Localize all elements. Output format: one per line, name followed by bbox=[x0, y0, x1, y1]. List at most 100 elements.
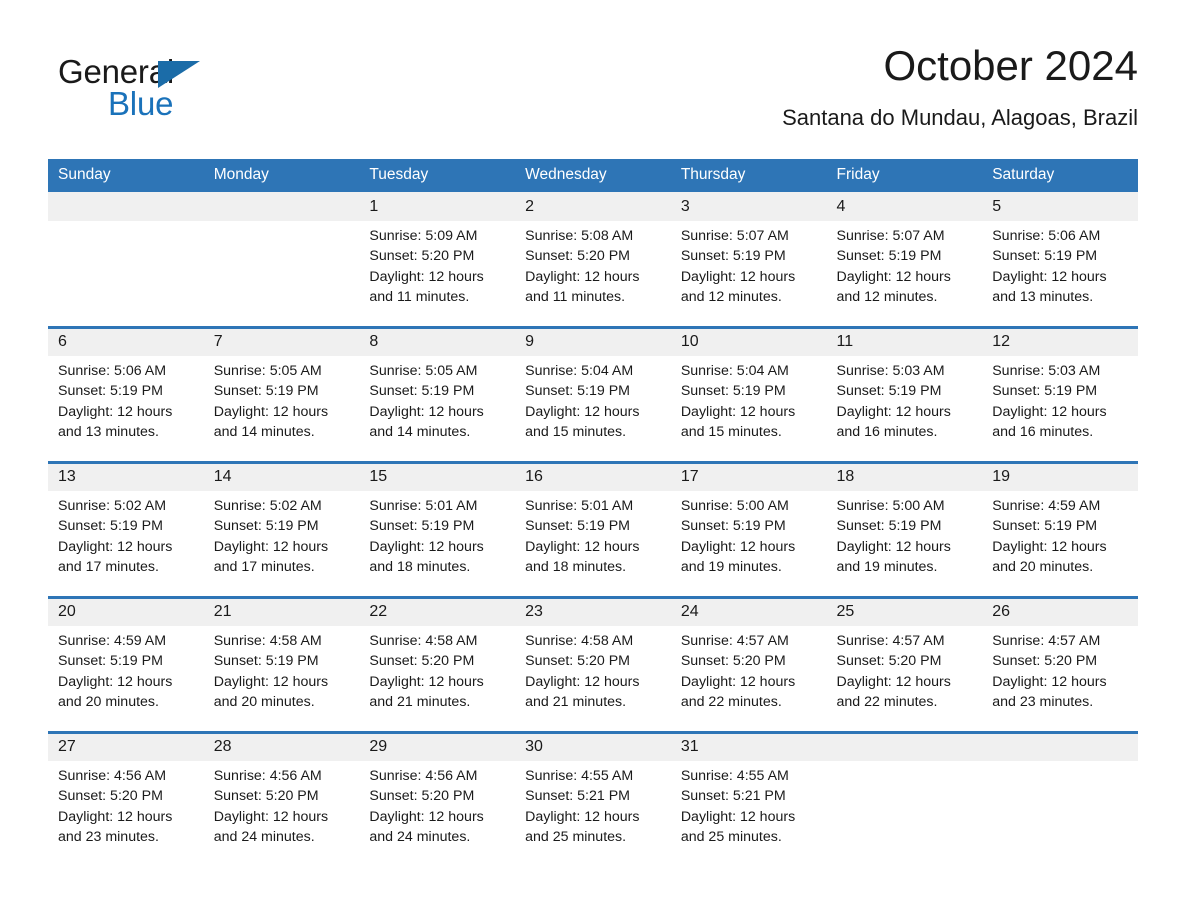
day-number[interactable]: 9 bbox=[515, 325, 671, 356]
day-number[interactable]: 28 bbox=[203, 730, 360, 761]
day-cell[interactable]: Sunrise: 5:03 AM Sunset: 5:19 PM Daylight:… bbox=[982, 356, 1138, 462]
day-detail-line: Sunset: 5:19 PM bbox=[992, 248, 1098, 265]
day-detail-line: Sunset: 5:20 PM bbox=[525, 653, 630, 670]
day-cell[interactable]: Sunrise: 5:00 AM Sunset: 5:19 PM Daylight:… bbox=[826, 491, 983, 597]
day-number[interactable]: 26 bbox=[982, 595, 1138, 626]
day-cell[interactable]: Sunrise: 4:57 AM Sunset: 5:20 PM Daylight:… bbox=[826, 626, 983, 732]
day-cell[interactable]: Sunrise: 4:58 AM Sunset: 5:20 PM Daylight:… bbox=[515, 626, 671, 732]
day-detail-line: and 25 minutes. bbox=[525, 828, 627, 845]
day-number[interactable]: 23 bbox=[515, 595, 671, 626]
day-number[interactable]: 7 bbox=[203, 325, 360, 356]
day-number[interactable]: 2 bbox=[515, 192, 671, 221]
day-detail-line: Daylight: 12 hours bbox=[213, 538, 329, 555]
day-detail-line: Sunset: 5:20 PM bbox=[992, 653, 1098, 670]
day-cell[interactable]: Sunrise: 5:05 AM Sunset: 5:19 PM Daylight:… bbox=[203, 356, 360, 462]
day-cell[interactable]: Sunrise: 4:56 AM Sunset: 5:20 PM Daylight:… bbox=[203, 761, 360, 867]
day-detail-line: Sunset: 5:19 PM bbox=[525, 518, 630, 535]
day-cell[interactable]: Sunrise: 4:59 AM Sunset: 5:19 PM Daylight:… bbox=[48, 626, 204, 732]
day-detail-line: Sunrise: 4:56 AM bbox=[213, 768, 322, 784]
day-number[interactable]: 17 bbox=[670, 460, 827, 491]
day-number[interactable]: 5 bbox=[982, 192, 1138, 221]
day-cell[interactable]: Sunrise: 5:09 AM Sunset: 5:20 PM Daylight:… bbox=[359, 221, 516, 327]
day-cell[interactable]: Sunrise: 5:01 AM Sunset: 5:19 PM Daylight:… bbox=[515, 491, 671, 597]
day-cell[interactable]: Sunrise: 5:04 AM Sunset: 5:19 PM Daylight:… bbox=[515, 356, 671, 462]
day-number[interactable]: 11 bbox=[826, 325, 983, 356]
location-subtitle: Santana do Mundau, Alagoas, Brazil bbox=[782, 105, 1138, 130]
day-cell[interactable]: Sunrise: 5:07 AM Sunset: 5:19 PM Daylight:… bbox=[826, 221, 983, 327]
day-detail-line: Sunrise: 4:57 AM bbox=[836, 633, 945, 649]
page-header: General Blue October 2024 Santana do Mun… bbox=[48, 40, 1138, 150]
day-cell[interactable]: Sunrise: 5:02 AM Sunset: 5:19 PM Daylight:… bbox=[48, 491, 204, 597]
day-detail-line: Daylight: 12 hours bbox=[680, 673, 796, 690]
day-detail-line: Daylight: 12 hours bbox=[369, 538, 484, 555]
day-detail-line: Sunrise: 4:59 AM bbox=[992, 498, 1101, 514]
day-number[interactable]: 22 bbox=[359, 595, 516, 626]
day-cell[interactable]: Sunrise: 4:59 AM Sunset: 5:19 PM Daylight:… bbox=[982, 491, 1138, 597]
day-cell[interactable]: Sunrise: 5:05 AM Sunset: 5:19 PM Daylight:… bbox=[359, 356, 516, 462]
day-cell[interactable]: Sunrise: 5:08 AM Sunset: 5:20 PM Daylight:… bbox=[515, 221, 671, 327]
day-number[interactable]: 6 bbox=[48, 325, 204, 356]
day-cell[interactable]: Sunrise: 4:58 AM Sunset: 5:19 PM Daylight:… bbox=[203, 626, 360, 732]
day-detail-line: Daylight: 12 hours bbox=[992, 403, 1107, 420]
calendar-table: Sunday Monday Tuesday Wednesday Thursday Frid… bbox=[48, 159, 1138, 867]
day-number-empty bbox=[826, 730, 983, 761]
day-detail-line: Sunset: 5:19 PM bbox=[58, 383, 163, 400]
day-number[interactable]: 18 bbox=[826, 460, 983, 491]
day-number[interactable]: 29 bbox=[359, 730, 516, 761]
day-number[interactable]: 24 bbox=[670, 595, 827, 626]
day-cell[interactable]: Sunrise: 5:00 AM Sunset: 5:19 PM Daylight:… bbox=[670, 491, 827, 597]
day-detail-line: Sunrise: 4:55 AM bbox=[525, 768, 634, 784]
day-cell[interactable]: Sunrise: 4:56 AM Sunset: 5:20 PM Daylight:… bbox=[359, 761, 516, 867]
day-detail-line: and 15 minutes. bbox=[680, 423, 782, 440]
day-cell[interactable]: Sunrise: 5:04 AM Sunset: 5:19 PM Daylight:… bbox=[670, 356, 827, 462]
day-cell[interactable]: Sunrise: 5:03 AM Sunset: 5:19 PM Daylight:… bbox=[826, 356, 983, 462]
day-detail-line: Daylight: 12 hours bbox=[213, 808, 329, 825]
day-number[interactable]: 12 bbox=[982, 325, 1138, 356]
day-cell[interactable]: Sunrise: 5:02 AM Sunset: 5:19 PM Daylight:… bbox=[203, 491, 360, 597]
day-cell[interactable]: Sunrise: 4:55 AM Sunset: 5:21 PM Daylight:… bbox=[670, 761, 827, 867]
week-daynumber-row: 13 14 15 16 17 18 19 bbox=[48, 460, 1138, 491]
day-number[interactable]: 10 bbox=[670, 325, 827, 356]
day-number[interactable]: 21 bbox=[203, 595, 360, 626]
week-info-row: Sunrise: 5:09 AM Sunset: 5:20 PM Daylight:… bbox=[48, 221, 1138, 327]
day-detail-line: and 22 minutes. bbox=[836, 693, 938, 710]
day-number[interactable]: 8 bbox=[359, 325, 516, 356]
day-number-empty bbox=[982, 730, 1138, 761]
day-number[interactable]: 3 bbox=[670, 192, 827, 221]
day-number[interactable]: 15 bbox=[359, 460, 516, 491]
day-cell[interactable]: Sunrise: 5:01 AM Sunset: 5:19 PM Daylight:… bbox=[359, 491, 516, 597]
day-cell[interactable]: Sunrise: 4:56 AM Sunset: 5:20 PM Daylight:… bbox=[48, 761, 204, 867]
day-cell[interactable]: Sunrise: 5:06 AM Sunset: 5:19 PM Daylight:… bbox=[48, 356, 204, 462]
day-cell[interactable]: Sunrise: 4:55 AM Sunset: 5:21 PM Daylight:… bbox=[515, 761, 671, 867]
day-detail-line: Sunset: 5:20 PM bbox=[369, 248, 475, 265]
day-number[interactable]: 4 bbox=[826, 192, 983, 221]
day-cell[interactable]: Sunrise: 5:06 AM Sunset: 5:19 PM Daylight:… bbox=[982, 221, 1138, 327]
day-number[interactable]: 25 bbox=[826, 595, 983, 626]
day-detail-line: Sunset: 5:20 PM bbox=[525, 248, 630, 265]
calendar-header-row: Sunday Monday Tuesday Wednesday Thursday Frid… bbox=[48, 159, 1138, 192]
day-detail-line: Sunrise: 5:02 AM bbox=[213, 498, 322, 514]
day-number[interactable]: 27 bbox=[48, 730, 204, 761]
day-number[interactable]: 31 bbox=[670, 730, 827, 761]
day-detail-line: Sunrise: 4:56 AM bbox=[58, 768, 167, 784]
day-number[interactable]: 16 bbox=[515, 460, 671, 491]
day-detail-line: and 24 minutes. bbox=[213, 828, 315, 845]
day-detail-line: Sunset: 5:20 PM bbox=[369, 788, 475, 805]
day-number[interactable]: 30 bbox=[515, 730, 671, 761]
day-cell[interactable]: Sunrise: 5:07 AM Sunset: 5:19 PM Daylight:… bbox=[670, 221, 827, 327]
page-title: October 2024 bbox=[883, 42, 1138, 89]
day-number[interactable]: 20 bbox=[48, 595, 204, 626]
day-detail-line: Sunrise: 4:58 AM bbox=[213, 633, 322, 649]
day-cell[interactable]: Sunrise: 4:57 AM Sunset: 5:20 PM Daylight:… bbox=[982, 626, 1138, 732]
title-block: October 2024 Santana do Mundau, Alagoas,… bbox=[782, 40, 1138, 132]
day-number[interactable]: 1 bbox=[359, 192, 516, 221]
day-cell[interactable]: Sunrise: 4:58 AM Sunset: 5:20 PM Daylight:… bbox=[359, 626, 516, 732]
day-cell[interactable]: Sunrise: 4:57 AM Sunset: 5:20 PM Daylight:… bbox=[670, 626, 827, 732]
day-cell-empty bbox=[982, 761, 1138, 867]
week-info-row: Sunrise: 4:56 AM Sunset: 5:20 PM Daylight:… bbox=[48, 761, 1138, 867]
day-number[interactable]: 14 bbox=[203, 460, 360, 491]
day-detail-line: Daylight: 12 hours bbox=[58, 808, 173, 825]
weekday-header-tuesday: Tuesday bbox=[359, 159, 516, 192]
day-number[interactable]: 13 bbox=[48, 460, 204, 491]
day-number[interactable]: 19 bbox=[982, 460, 1138, 491]
